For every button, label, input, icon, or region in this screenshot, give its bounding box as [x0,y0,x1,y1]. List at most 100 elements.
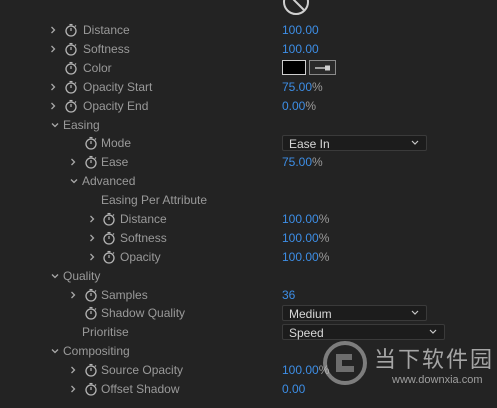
chevron-down-icon [411,140,419,146]
chevron-down-icon[interactable] [50,271,60,281]
epa-distance-label: Distance [120,212,167,226]
distance-label: Distance [83,23,130,37]
epa-softness-value[interactable]: 100.00 [282,231,319,245]
stopwatch-icon[interactable] [64,42,78,56]
percent-unit: % [312,80,323,94]
epa-distance-value[interactable]: 100.00 [282,212,319,226]
chevron-right-icon[interactable] [48,25,58,35]
samples-value[interactable]: 36 [282,288,295,302]
easing-group[interactable]: Easing [0,116,497,135]
offset-shadow-label: Offset Shadow [101,382,180,396]
epa-opacity-value[interactable]: 100.00 [282,250,319,264]
shadow-quality-row: Shadow Quality Medium [0,304,497,323]
stopwatch-icon[interactable] [84,363,98,377]
chevron-right-icon[interactable] [68,290,78,300]
eyedropper-button[interactable] [309,60,336,75]
chevron-right-icon[interactable] [87,252,97,262]
epa-distance-field: 100.00% [282,212,329,226]
advanced-group-label: Advanced [82,174,136,188]
stopwatch-icon[interactable] [102,250,116,264]
percent-unit: % [318,250,330,264]
opacity-start-label: Opacity Start [83,80,153,94]
source-opacity-value[interactable]: 100.00 [282,363,319,377]
chevron-down-icon[interactable] [69,176,79,186]
stopwatch-icon[interactable] [84,306,98,320]
stopwatch-icon[interactable] [64,80,78,94]
chevron-right-icon[interactable] [87,214,97,224]
opacity-end-label: Opacity End [83,99,149,113]
advanced-group[interactable]: Advanced [0,172,497,191]
stopwatch-icon[interactable] [84,155,98,169]
chevron-right-icon[interactable] [48,82,58,92]
eyedropper-icon [315,65,330,71]
mode-row: Mode Ease In [0,134,497,153]
stopwatch-icon[interactable] [84,136,98,150]
distance-value[interactable]: 100.00 [282,23,319,37]
watermark: 当下软件园 www.downxia.com [322,338,492,400]
watermark-title: 当下软件园 [374,347,495,372]
epa-opacity-row: Opacity 100.00% [0,248,497,267]
source-opacity-label: Source Opacity [101,363,184,377]
opacity-end-field: 0.00% [282,99,316,113]
chevron-right-icon[interactable] [87,233,97,243]
opacity-start-value[interactable]: 75.00 [282,80,312,94]
mode-dropdown-value: Ease In [289,137,330,151]
epa-softness-label: Softness [120,231,167,245]
stopwatch-icon[interactable] [64,23,78,37]
softness-value[interactable]: 100.00 [282,42,319,56]
color-row: Color [0,59,497,78]
chevron-down-icon[interactable] [50,346,60,356]
chevron-down-icon[interactable] [50,120,60,130]
mode-label: Mode [101,136,132,150]
ease-label: Ease [101,155,129,169]
stopwatch-icon[interactable] [64,61,78,75]
chevron-right-icon[interactable] [68,365,78,375]
samples-row: Samples 36 [0,286,497,305]
stopwatch-icon[interactable] [102,231,116,245]
epa-softness-field: 100.00% [282,231,329,245]
percent-unit: % [312,155,323,169]
offset-shadow-value[interactable]: 0.00 [282,382,305,396]
shadow-quality-dropdown[interactable]: Medium [282,305,427,321]
stopwatch-icon[interactable] [84,382,98,396]
percent-unit: % [318,231,330,245]
color-swatch[interactable] [282,60,306,75]
percent-unit: % [318,212,330,226]
ease-field: 75.00% [282,155,323,169]
reset-icon[interactable] [282,0,310,16]
chevron-right-icon[interactable] [48,101,58,111]
chevron-right-icon[interactable] [68,384,78,394]
compositing-group-label: Compositing [63,344,130,358]
shadow-quality-dropdown-value: Medium [289,307,332,321]
easing-group-label: Easing [63,118,100,132]
chevron-down-icon [411,310,419,316]
easing-per-attribute-row: Easing Per Attribute [0,191,497,210]
effect-controls-panel: Distance 100.00 Softness 100.00 Color Op… [0,0,497,408]
opacity-end-row: Opacity End 0.00% [0,97,497,116]
prioritise-dropdown-value: Speed [289,326,324,340]
watermark-url: www.downxia.com [392,374,483,386]
chevron-down-icon [429,329,437,335]
quality-group[interactable]: Quality [0,267,497,286]
epa-softness-row: Softness 100.00% [0,229,497,248]
epa-opacity-label: Opacity [120,250,161,264]
ease-value[interactable]: 75.00 [282,155,312,169]
chevron-right-icon[interactable] [68,157,78,167]
stopwatch-icon[interactable] [64,99,78,113]
watermark-logo-icon [323,341,367,385]
distance-row: Distance 100.00 [0,21,497,40]
chevron-right-icon[interactable] [48,44,58,54]
ease-row: Ease 75.00% [0,153,497,172]
epa-distance-row: Distance 100.00% [0,210,497,229]
quality-group-label: Quality [63,269,101,283]
stopwatch-icon[interactable] [102,212,116,226]
easing-per-attribute-label: Easing Per Attribute [101,193,208,207]
stopwatch-icon[interactable] [84,288,98,302]
mode-dropdown[interactable]: Ease In [282,135,427,151]
opacity-start-row: Opacity Start 75.00% [0,78,497,97]
percent-unit: % [305,99,317,113]
color-label: Color [83,61,112,75]
opacity-end-value[interactable]: 0.00 [282,99,305,113]
shadow-quality-label: Shadow Quality [101,306,186,320]
epa-opacity-field: 100.00% [282,250,329,264]
